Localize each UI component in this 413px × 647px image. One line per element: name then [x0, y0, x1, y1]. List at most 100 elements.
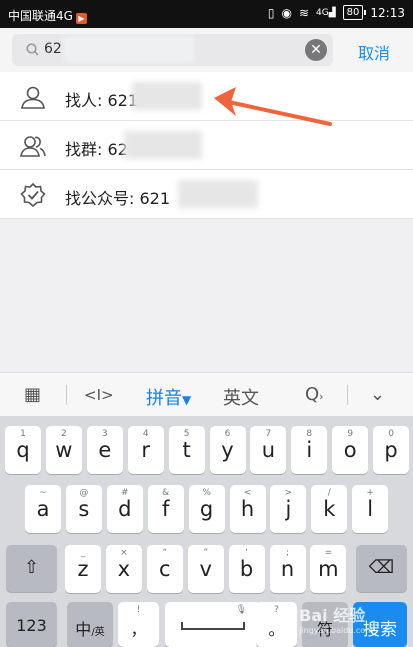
keyboard: 1q2w3e4r5t6y7u8i9o0p ~ a @ s # d & f% g < h > j / k + l … — [0, 416, 413, 647]
key-s[interactable]: @ s — [65, 485, 102, 533]
key-char: m — [318, 557, 339, 581]
grid-icon[interactable]: ▦ — [24, 384, 41, 405]
search-query: 62 — [44, 41, 62, 57]
key-char: x — [117, 557, 131, 581]
key-h[interactable]: < h — [229, 485, 266, 533]
search-input[interactable]: 62 ✕ — [12, 34, 333, 66]
key-char: t — [182, 438, 191, 462]
key-char: p — [384, 438, 398, 462]
key-w[interactable]: 2w — [45, 426, 82, 474]
badge-check-icon — [20, 183, 46, 207]
key-char: b — [239, 557, 254, 581]
key-x[interactable]: × x — [105, 545, 142, 593]
key-m[interactable]: = m — [310, 545, 347, 593]
key-char: z — [77, 557, 89, 581]
key-k[interactable]: / k — [311, 485, 348, 533]
search-bar: 62 ✕ 取消 — [0, 28, 413, 72]
key-char: f — [161, 497, 170, 521]
battery-icon: 80 — [342, 5, 367, 20]
keyboard-search-icon[interactable]: Q› — [305, 384, 324, 405]
key-char: u — [261, 438, 276, 462]
key-char: h — [240, 497, 255, 521]
annotation-arrow — [214, 87, 332, 126]
hide-keyboard-icon[interactable]: ⌄ — [370, 384, 385, 405]
signal-icon: 4G▟ — [316, 7, 336, 18]
status-icons: ▯ ◉ ≋ 4G▟ 80 12:13 — [268, 5, 405, 20]
key-i[interactable]: 8i — [291, 426, 328, 474]
key-v[interactable]: ” v — [187, 545, 224, 593]
key-char: v — [199, 557, 212, 581]
result-label: 找人: 621 — [65, 91, 139, 110]
close-icon: ✕ — [310, 42, 322, 58]
key-char: r — [141, 438, 150, 462]
result-label: 找群: 62 — [65, 140, 128, 159]
comma-key[interactable]: ! ， — [118, 602, 159, 647]
key-r[interactable]: 4r — [127, 426, 164, 474]
key-char: k — [323, 497, 336, 521]
key-char: j — [285, 497, 292, 521]
key-f[interactable]: & f — [147, 485, 184, 533]
redacted-area — [64, 36, 194, 62]
key-char: q — [16, 438, 30, 462]
key-g[interactable]: % g — [188, 485, 225, 533]
key-q[interactable]: 1q — [5, 426, 41, 474]
vibrate-icon: ▯ — [267, 5, 275, 20]
key-c[interactable]: “c — [146, 545, 183, 593]
key-char: d — [118, 497, 132, 521]
clear-search-button[interactable]: ✕ — [305, 39, 327, 61]
cancel-button[interactable]: 取消 — [358, 40, 390, 64]
notification-icon: ▶ — [75, 13, 87, 24]
key-char: e — [98, 438, 112, 462]
key-n[interactable]: ; n — [269, 545, 306, 593]
key-e[interactable]: 3e — [86, 426, 123, 474]
space-icon — [181, 622, 245, 630]
keyboard-toolbar: ▦ <I> 拼音▼ 英文 Q› ⌄ — [0, 372, 413, 416]
result-find-official-account[interactable]: 找公众号: 621 — [0, 170, 413, 219]
person-icon — [21, 86, 45, 109]
tab-english[interactable]: 英文 — [223, 384, 259, 410]
key-char: i — [306, 438, 313, 462]
group-icon — [20, 136, 46, 157]
key-l[interactable]: + l — [352, 485, 389, 533]
shift-icon: ⇧ — [23, 557, 40, 578]
shift-key[interactable]: ⇧ — [6, 545, 57, 592]
redacted-area — [124, 131, 202, 159]
key-u[interactable]: 7u — [250, 426, 287, 474]
key-t[interactable]: 5t — [168, 426, 205, 474]
redacted-area — [178, 180, 258, 208]
redacted-area — [132, 82, 202, 110]
result-find-group[interactable]: 找群: 62 — [0, 121, 413, 170]
divider — [347, 385, 348, 405]
key-o[interactable]: 9o — [332, 426, 369, 474]
key-char: c — [159, 557, 171, 581]
chevron-down-icon: ▼ — [182, 393, 192, 407]
eye-icon: ◉ — [281, 5, 292, 20]
result-find-person[interactable]: 找人: 621 — [0, 72, 413, 121]
key-char: g — [199, 497, 214, 521]
key-char: y — [221, 438, 234, 462]
baidu-watermark: Bai 经验 jingyan.baidu.com — [299, 606, 373, 635]
search-icon — [26, 43, 39, 56]
key-char: n — [280, 557, 295, 581]
space-key[interactable]: 🎙 — [165, 602, 261, 647]
language-switch-key[interactable]: 中/英 — [67, 602, 113, 647]
key-char: a — [36, 497, 50, 521]
clock: 12:13 — [370, 5, 405, 20]
status-bar: 中国联通4G ▶ ▯ ◉ ≋ 4G▟ 80 12:13 — [0, 0, 413, 28]
numbers-key[interactable]: 123 — [6, 602, 57, 647]
key-b[interactable]: ' b — [228, 545, 265, 593]
key-char: s — [78, 497, 90, 521]
cursor-icon[interactable]: <I> — [84, 386, 114, 404]
tab-pinyin[interactable]: 拼音▼ — [146, 384, 191, 410]
key-d[interactable]: # d — [106, 485, 143, 533]
key-y[interactable]: 6y — [209, 426, 246, 474]
key-p[interactable]: 0p — [373, 426, 410, 474]
key-j[interactable]: > j — [270, 485, 307, 533]
backspace-icon: ⌫ — [368, 557, 395, 578]
key-z[interactable]: _ z — [65, 545, 101, 593]
backspace-key[interactable]: ⌫ — [356, 545, 407, 592]
search-results: 找人: 621 找群: 62 找公众号: 621 — [0, 72, 413, 219]
key-a[interactable]: ~ a — [25, 485, 61, 533]
period-key[interactable]: ? 。 — [256, 602, 297, 647]
key-char: w — [55, 438, 73, 462]
